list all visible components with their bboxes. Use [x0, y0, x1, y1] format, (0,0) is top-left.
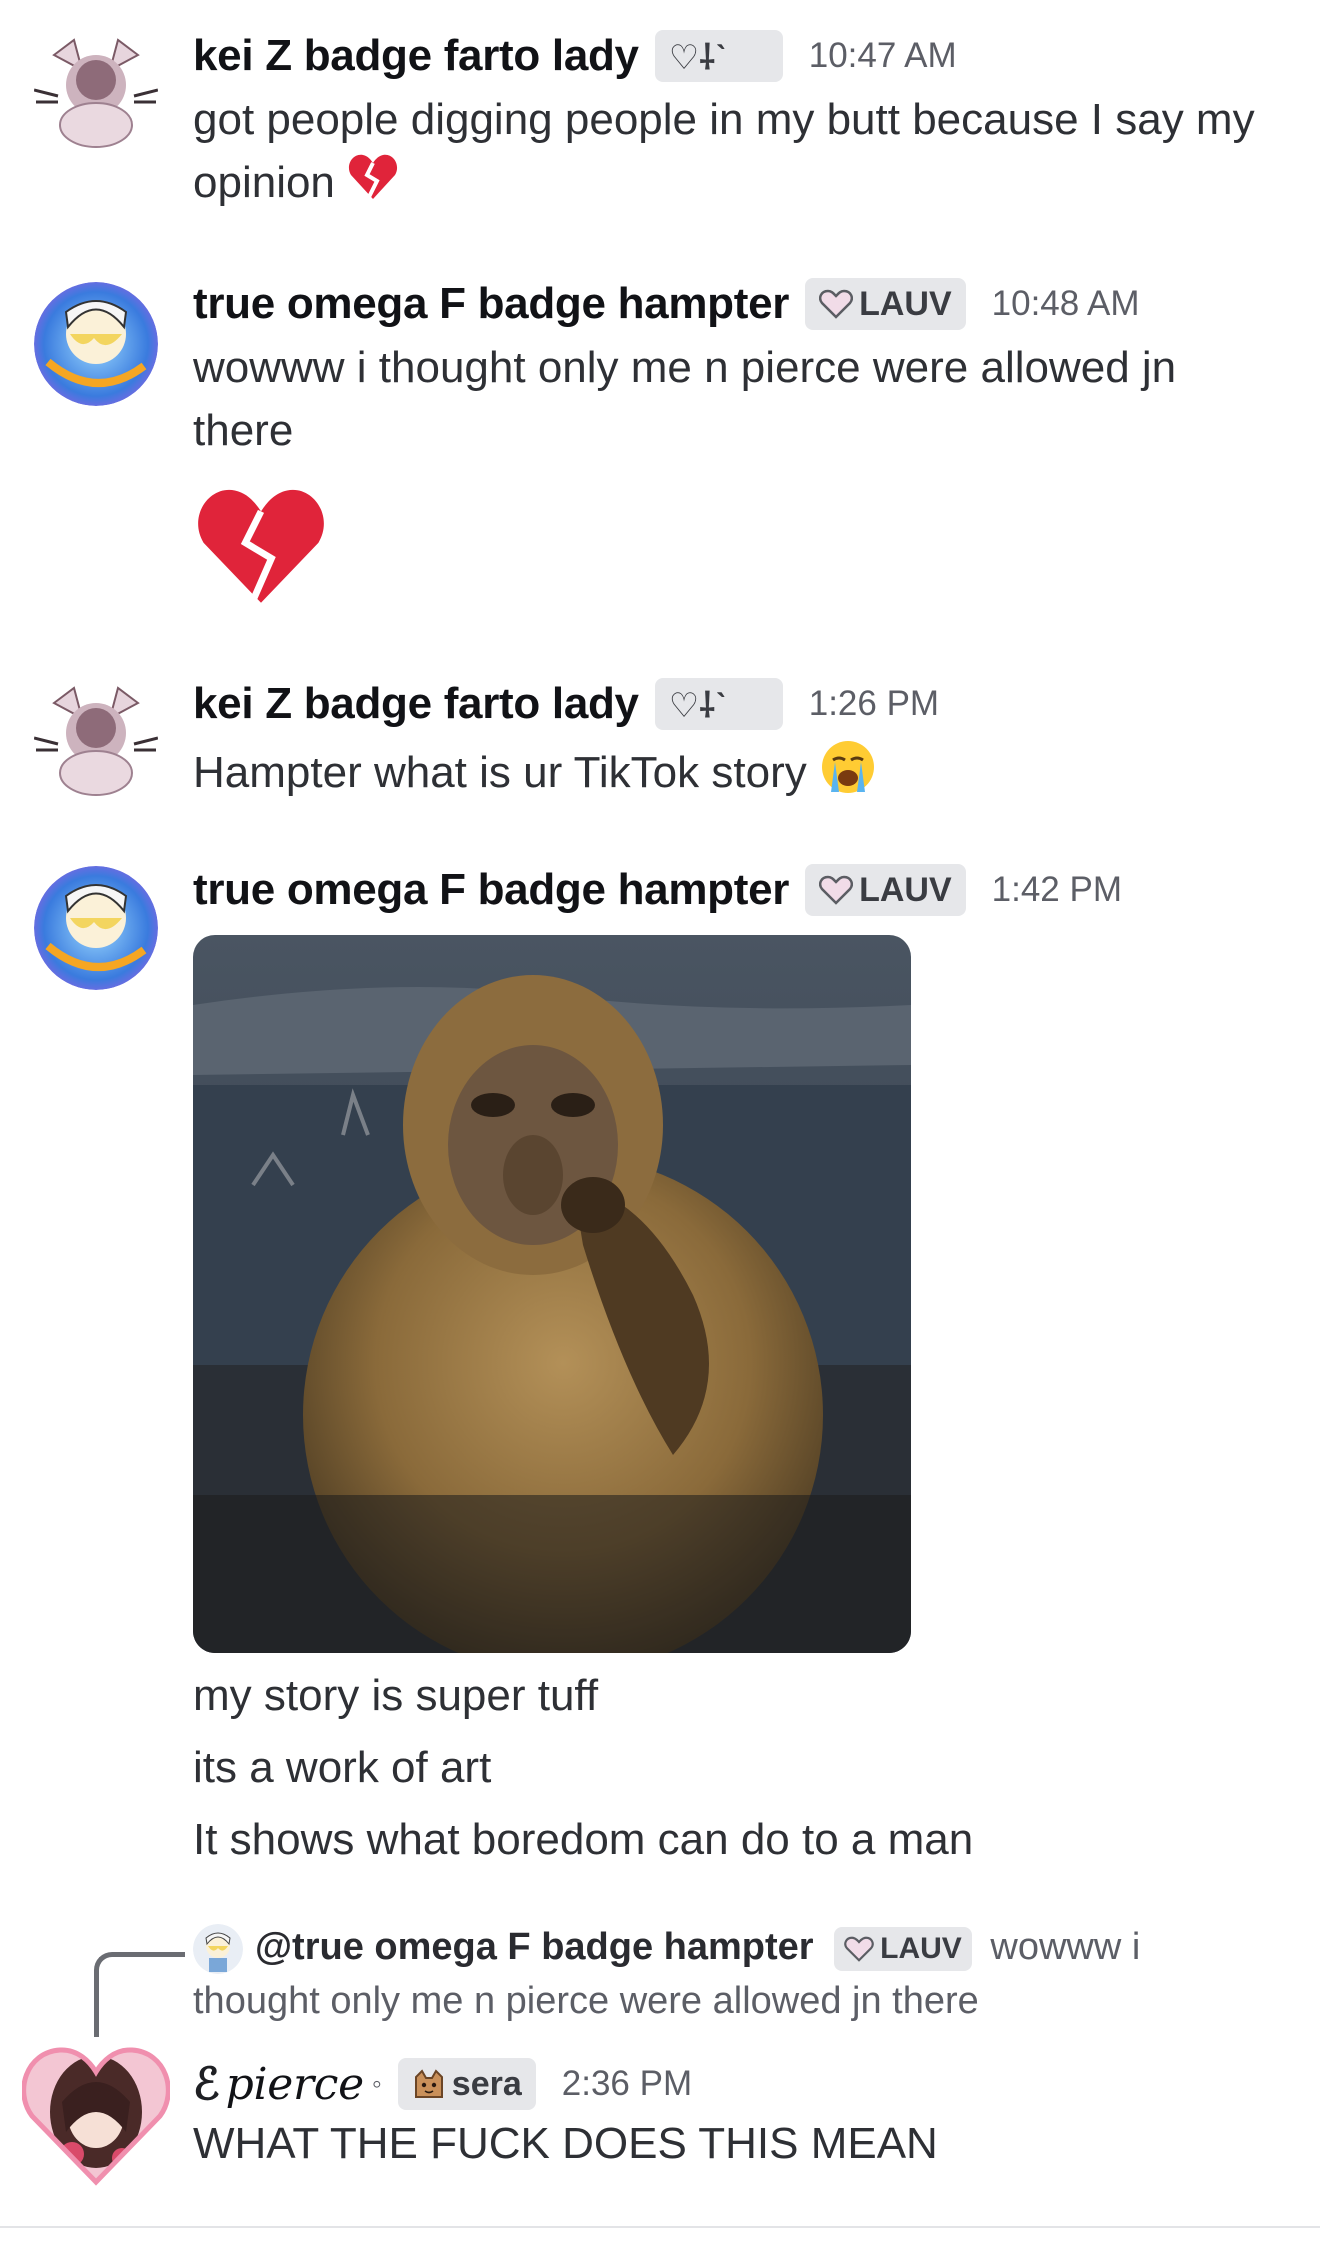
message-line: Hampter what is ur TikTok story: [193, 748, 807, 798]
avatar-image: [34, 678, 158, 802]
avatar[interactable]: [34, 678, 158, 802]
avatar-image: [34, 282, 158, 406]
broken-heart-emoji: [193, 480, 329, 608]
reply-server-tag: LAUV: [834, 1926, 972, 1971]
server-tag[interactable]: LAUV: [805, 278, 966, 330]
username[interactable]: true omega F badge hampter: [193, 865, 789, 915]
message-line: wowww i thought only me n pierce were al…: [193, 343, 1177, 392]
server-tag-label: ♡⸸ˋ: [668, 687, 727, 725]
username[interactable]: kei Z badge farto lady: [193, 679, 639, 729]
cat-icon: [414, 2069, 443, 2098]
heart-icon: [844, 1936, 874, 1962]
username[interactable]: kei Z badge farto lady: [193, 31, 639, 81]
server-tag-label: LAUV: [859, 870, 952, 909]
server-tag-label: sera: [451, 2064, 522, 2103]
message-line-with-emoji: opinion: [193, 151, 1293, 220]
reply-preview[interactable]: @true omega F badge hampter LAUV wowww i…: [193, 1920, 1303, 2028]
heart-icon: [819, 875, 854, 905]
server-tag[interactable]: LAUV: [805, 864, 966, 916]
divider: [0, 2226, 1320, 2228]
name-suffix-dot: ◦: [371, 2068, 382, 2099]
server-tag[interactable]: ♡⸸ˋ: [654, 678, 783, 730]
timestamp: 10:47 AM: [808, 36, 957, 75]
server-tag[interactable]: ♡⸸ˋ: [654, 30, 783, 82]
message-content: my story is super tuff its a work of art…: [193, 1660, 1293, 1876]
reply-avatar: [193, 1923, 243, 1974]
server-tag[interactable]: sera: [397, 2058, 536, 2110]
heart-icon: [819, 289, 854, 319]
heart-avatar-image: [21, 2047, 171, 2186]
avatar-image: [34, 30, 158, 154]
username[interactable]: true omega F badge hampter: [193, 279, 789, 329]
avatar[interactable]: [21, 2042, 171, 2188]
monkey-gif-image: [193, 935, 911, 1653]
gif-attachment[interactable]: [193, 935, 911, 1653]
avatar-image: [34, 866, 158, 990]
message-line: It shows what boredom can do to a man: [193, 1815, 974, 1864]
message-line: WHAT THE FUCK DOES THIS MEAN: [193, 2119, 938, 2168]
message-content: wowww i thought only me n pierce were al…: [193, 336, 1293, 462]
message-line: got people digging people in my butt bec…: [193, 95, 1255, 144]
server-tag-label: LAUV: [859, 284, 952, 323]
message-line: there: [193, 406, 294, 455]
message-content: got people digging people in my butt bec…: [193, 88, 1293, 220]
broken-heart-emoji: [347, 151, 399, 220]
name-decoration-icon: ℰ: [193, 2058, 220, 2110]
message-line: my story is super tuff: [193, 1671, 599, 1720]
timestamp: 2:36 PM: [561, 2064, 693, 2103]
avatar[interactable]: [34, 30, 158, 154]
timestamp: 1:42 PM: [991, 870, 1123, 909]
server-tag-label: ♡⸸ˋ: [668, 39, 727, 77]
avatar[interactable]: [34, 866, 158, 990]
reply-text-continued: thought only me n pierce were allowed jn…: [193, 1980, 979, 2022]
reply-username: @true omega F badge hampter: [255, 1926, 814, 1968]
message-line: opinion: [193, 158, 335, 208]
timestamp: 10:48 AM: [991, 284, 1140, 323]
reply-server-tag-label: LAUV: [880, 1931, 962, 1965]
avatar[interactable]: [34, 282, 158, 406]
reply-connector: [94, 1952, 185, 2037]
timestamp: 1:26 PM: [808, 684, 940, 723]
username[interactable]: pierce: [226, 2059, 365, 2110]
reply-text: wowww i: [990, 1926, 1141, 1968]
message-line: its a work of art: [193, 1743, 492, 1792]
message-content: WHAT THE FUCK DOES THIS MEAN: [193, 2112, 1293, 2175]
loudly-crying-emoji: [819, 738, 877, 813]
message-content: Hampter what is ur TikTok story: [193, 738, 1293, 813]
